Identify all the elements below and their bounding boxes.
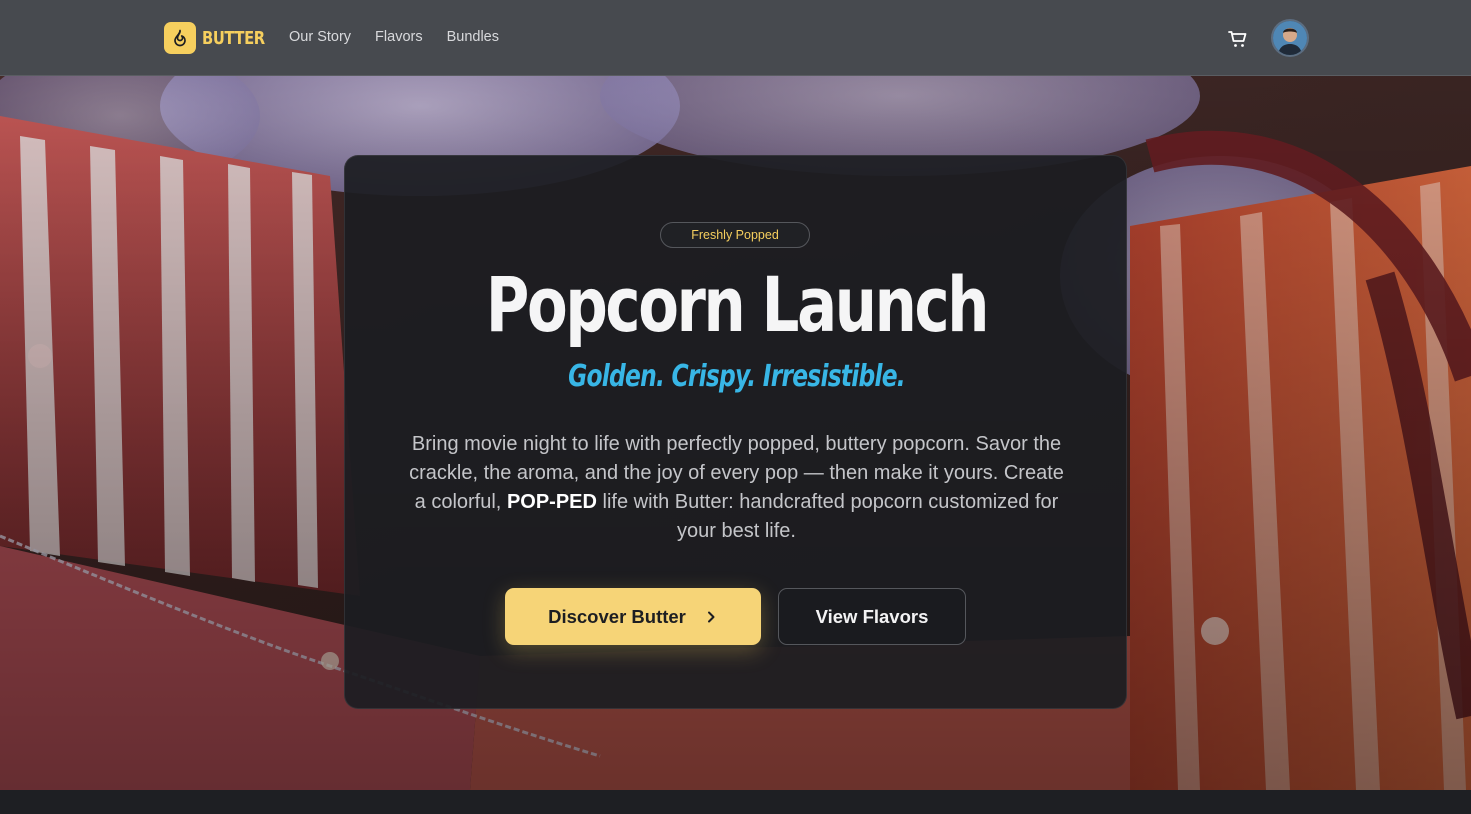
hero-description: Bring movie night to life with perfectly… [405,430,1068,546]
shopping-cart-icon[interactable] [1226,27,1250,51]
hero-description-emphasis: POP-PED [506,491,597,513]
hero-card: Freshly Popped Popcorn Launch Golden. Cr… [344,155,1127,709]
nav-link-bundles[interactable]: Bundles [447,27,499,47]
page: BUTTER Our Story Flavors Bundles Freshly… [0,0,1471,814]
hero-description-part-2: life with Butter: handcrafted popcorn cu… [602,491,1059,542]
discover-butter-label: Discover Butter [548,605,686,627]
freshly-popped-badge: Freshly Popped [660,222,810,248]
nav-link-our-story[interactable]: Our Story [289,27,351,47]
nav-link-flavors[interactable]: Flavors [375,27,423,47]
discover-butter-button[interactable]: Discover Butter [505,588,761,645]
footer-band [0,790,1471,814]
chevron-right-icon [707,611,715,622]
brand-name: BUTTER [202,27,265,49]
hero-title: Popcorn Launch [485,260,990,349]
user-avatar[interactable] [1273,21,1307,55]
hero-tagline: Golden. Crispy. Irresistible. [568,359,906,394]
nav-links: Our Story Flavors Bundles [289,27,523,47]
top-navbar: BUTTER Our Story Flavors Bundles [0,0,1471,76]
brand-logo[interactable]: BUTTER [164,22,278,54]
view-flavors-label: View Flavors [815,605,929,627]
flame-icon [164,22,196,54]
hero-section: Freshly Popped Popcorn Launch Golden. Cr… [0,76,1471,790]
view-flavors-button[interactable]: View Flavors [778,588,966,645]
